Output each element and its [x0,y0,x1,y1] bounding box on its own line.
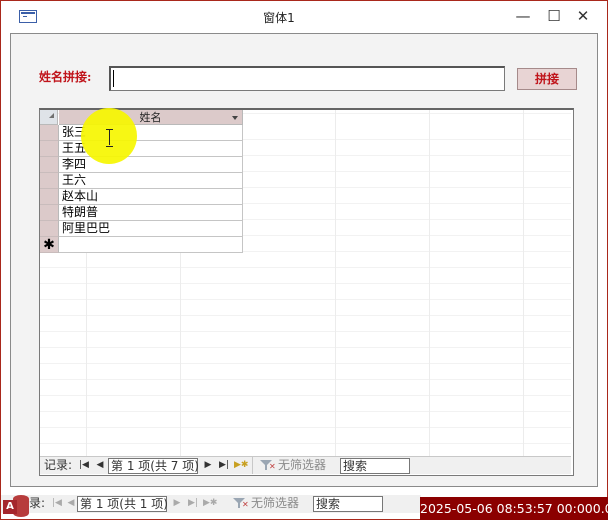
table-row[interactable]: 张三 [40,125,243,141]
table-row[interactable]: 赵本山 [40,189,243,205]
access-badge: A [3,500,17,514]
name-cell[interactable]: 阿里巴巴 [59,221,243,237]
names-subform: 姓名 张三 王五 李四 王六 赵本山 特朗普 阿里巴巴 ✱ 记录: |◀ ◀ 第… [39,108,574,476]
last-record-button[interactable]: ▶| [218,457,230,474]
close-button[interactable]: ✕ [569,5,597,27]
form-body: 姓名拼接: 拼接 姓名 张三 王五 李四 王六 赵本山 特朗普 阿里巴巴 ✱ 记… [10,33,598,487]
access-app-icon: A [3,493,31,519]
column-dropdown-icon[interactable] [232,116,238,120]
last-record-button[interactable]: ▶| [187,495,199,512]
first-record-button[interactable]: |◀ [51,495,63,512]
select-all-corner[interactable] [40,110,58,125]
text-caret [113,70,114,87]
pinyin-input[interactable] [109,66,505,91]
row-selector[interactable] [40,157,59,173]
pinyin-label: 姓名拼接: [39,70,92,84]
concat-button[interactable]: 拼接 [517,68,577,90]
new-record-marker: ✱ [40,237,59,253]
name-cell[interactable]: 特朗普 [59,205,243,221]
subform-record-navigator: 记录: |◀ ◀ 第 1 项(共 7 项) ▶ ▶| ▶✱ ✕ 无筛选器 搜索 [40,456,571,474]
search-field[interactable]: 搜索 [340,458,410,474]
text-cursor-icon [106,129,113,147]
table-row[interactable]: 李四 [40,157,243,173]
app-window: 窗体1 — ☐ ✕ 姓名拼接: 拼接 姓名 张三 王五 李四 王六 赵本山 特朗… [0,0,608,520]
next-record-button[interactable]: ▶ [202,457,214,474]
row-selector[interactable] [40,141,59,157]
current-record-field[interactable]: 第 1 项(共 7 项) [108,458,199,474]
name-cell[interactable]: 李四 [59,157,243,173]
current-record-field[interactable]: 第 1 项(共 1 项) [77,496,168,512]
filter-status[interactable]: 无筛选器 [278,457,326,474]
main-record-navigator: 录: |◀ ◀ 第 1 项(共 1 项) ▶ ▶| ▶✱ ✕ 无筛选器 搜索 [1,495,421,513]
previous-record-button[interactable]: ◀ [94,457,106,474]
new-record-button[interactable]: ▶✱ [203,495,217,512]
filter-status[interactable]: 无筛选器 [251,495,299,512]
table-row[interactable]: 阿里巴巴 [40,221,243,237]
navigator-divider [252,457,253,474]
new-record-row[interactable]: ✱ [40,237,243,253]
previous-record-button[interactable]: ◀ [65,495,77,512]
minimize-button[interactable]: — [509,5,537,27]
row-selector[interactable] [40,125,59,141]
row-selector[interactable] [40,221,59,237]
next-record-button[interactable]: ▶ [171,495,183,512]
filter-off-icon: ✕ [269,462,276,471]
timestamp-overlay: 2025-05-06 08:53:57 00:000.000 [420,497,608,520]
window-title: 窗体1 [263,11,295,25]
record-label: 录: [29,496,46,510]
maximize-button[interactable]: ☐ [540,5,568,27]
column-header-label: 姓名 [139,111,162,124]
row-selector[interactable] [40,205,59,221]
table-row[interactable]: 王六 [40,173,243,189]
row-selector[interactable] [40,189,59,205]
new-record-button[interactable]: ▶✱ [234,457,248,474]
record-label: 记录: [44,458,73,472]
filter-off-icon: ✕ [242,500,249,509]
name-cell[interactable]: 赵本山 [59,189,243,205]
search-field[interactable]: 搜索 [313,496,383,512]
name-cell[interactable]: 王六 [59,173,243,189]
new-record-cell[interactable] [59,237,243,253]
table-row[interactable]: 王五 [40,141,243,157]
table-row[interactable]: 特朗普 [40,205,243,221]
row-selector[interactable] [40,173,59,189]
first-record-button[interactable]: |◀ [78,457,90,474]
title-bar[interactable]: 窗体1 — ☐ ✕ [1,1,607,32]
datasheet-rows: 张三 王五 李四 王六 赵本山 特朗普 阿里巴巴 ✱ [40,125,243,253]
